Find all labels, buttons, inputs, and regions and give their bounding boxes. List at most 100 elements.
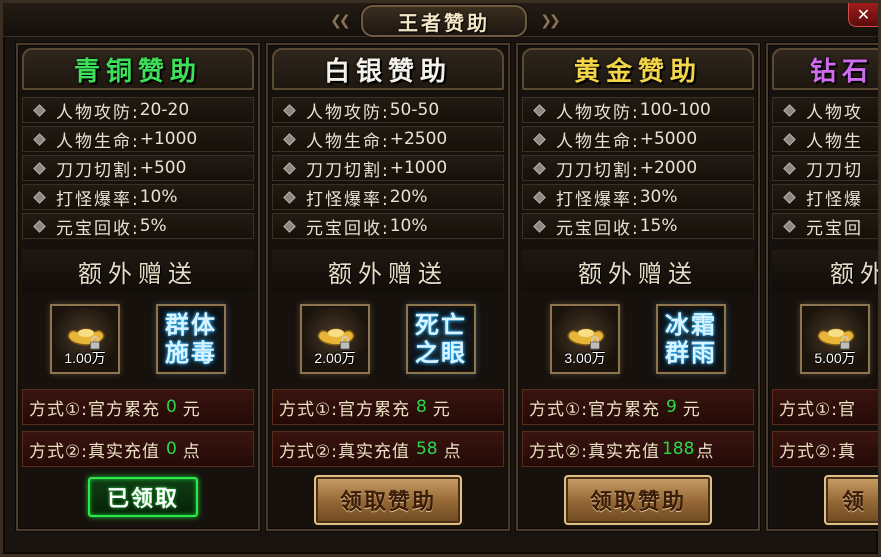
method-label: 方式①:官: [779, 399, 856, 420]
stat-label: 人物生命:: [556, 131, 640, 152]
claim-label: 领取赞助: [589, 490, 686, 515]
skill-name: 冰霜 群雨: [663, 311, 719, 367]
diamond-icon: [33, 103, 46, 117]
title-ornament-right: ❯❯: [540, 13, 560, 29]
skill-name-line1: 群体: [165, 310, 217, 339]
ingot-reward-slot[interactable]: 3.00万: [550, 304, 620, 374]
stat-value: +500: [139, 158, 187, 178]
title-bar: ❮❮ ❯❯ 王者赞助 ✕: [3, 3, 878, 37]
stat-row-recycle: 元宝回收: 5%: [22, 213, 254, 239]
diamond-icon: [33, 132, 46, 146]
stat-row-attack: 人物攻防: 20-20: [22, 97, 254, 123]
stat-value: 10%: [139, 187, 178, 207]
extra-gift-label: 额外赠送: [78, 259, 198, 288]
method-label: 方式②:真实充值: [529, 441, 660, 462]
claim-label: 领: [842, 490, 867, 515]
claim-sponsor-button[interactable]: 领取赞助: [564, 475, 712, 525]
diamond-icon: [533, 103, 546, 117]
extra-gift-label: 额外赠送: [328, 259, 448, 288]
method-unit: 元: [432, 399, 450, 420]
ingot-reward-slot[interactable]: 2.00万: [300, 304, 370, 374]
skill-reward-slot[interactable]: 群体 施毒: [156, 304, 226, 374]
ingot-amount: 1.00万: [64, 350, 106, 366]
tier-header: 钻石: [772, 48, 878, 90]
tier-panel-gold: 黄金赞助 人物攻防: 100-100 人物生命: +5000 刀刀切割: +20…: [516, 43, 760, 531]
stat-row-attack: 人物攻防: 100-100: [522, 97, 754, 123]
diamond-icon: [533, 161, 546, 175]
method-official-recharge: 方式①:官方累充 0 元: [22, 389, 254, 425]
diamond-icon: [783, 132, 796, 146]
stat-row-recycle: 元宝回收: 10%: [272, 213, 504, 239]
window-title: 王者赞助: [398, 10, 490, 35]
skill-name-line2: 之眼: [415, 338, 467, 367]
method-official-recharge: 方式①:官方累充 8 元: [272, 389, 504, 425]
tier-header: 青铜赞助: [22, 48, 254, 90]
method-unit: 点: [443, 441, 461, 462]
extra-gift-header: 额外赠送: [272, 250, 504, 292]
stat-row-cut: 刀刀切割: +1000: [272, 155, 504, 181]
ingot-amount: 2.00万: [314, 350, 356, 366]
diamond-icon: [783, 190, 796, 204]
tier-panel-bronze: 青铜赞助 人物攻防: 20-20 人物生命: +1000 刀刀切割: +500 …: [16, 43, 260, 531]
claimed-button[interactable]: 已领取: [88, 477, 198, 517]
stat-label: 人物生命:: [56, 131, 140, 152]
skill-name: 群体 施毒: [163, 311, 219, 367]
stat-label: 人物攻防:: [556, 102, 640, 123]
stat-label: 元宝回收:: [56, 218, 140, 239]
diamond-icon: [533, 219, 546, 233]
skill-reward-slot[interactable]: 冰霜 群雨: [656, 304, 726, 374]
ingot-reward-slot[interactable]: 5.00万: [800, 304, 870, 374]
stat-label: 刀刀切割:: [556, 160, 640, 181]
method-value: 0: [165, 397, 177, 417]
method-official-recharge: 方式①:官: [772, 389, 878, 425]
diamond-icon: [783, 219, 796, 233]
diamond-icon: [283, 219, 296, 233]
stat-row-cut: 刀刀切割: +2000: [522, 155, 754, 181]
method-label: 方式②:真实充值: [29, 441, 160, 462]
claimed-label: 已领取: [106, 487, 179, 512]
stat-value: +2500: [389, 129, 448, 149]
method-unit: 元: [682, 399, 700, 420]
method-label: 方式②:真: [779, 441, 856, 462]
stat-label: 刀刀切割:: [56, 160, 140, 181]
stat-label: 打怪爆: [806, 189, 863, 210]
diamond-icon: [33, 219, 46, 233]
method-label: 方式①:官方累充: [29, 399, 160, 420]
method-real-recharge: 方式②:真实充值 0 点: [22, 431, 254, 467]
method-value: 9: [665, 397, 677, 417]
stat-label: 人物攻防:: [306, 102, 390, 123]
sponsor-window: ❮❮ ❯❯ 王者赞助 ✕ 青铜赞助 人物攻防: 20-20 人物生命: +100…: [0, 0, 881, 557]
tier-panel-silver: 白银赞助 人物攻防: 50-50 人物生命: +2500 刀刀切割: +1000…: [266, 43, 510, 531]
stat-row-hp: 人物生: [772, 126, 878, 152]
ingot-amount: 5.00万: [814, 350, 856, 366]
close-button[interactable]: ✕: [848, 3, 878, 27]
skill-name-line1: 冰霜: [665, 310, 717, 339]
stat-row-hp: 人物生命: +5000: [522, 126, 754, 152]
stat-label: 元宝回收:: [306, 218, 390, 239]
ingot-amount: 3.00万: [564, 350, 606, 366]
method-label: 方式②:真实充值: [279, 441, 410, 462]
stat-label: 人物攻防:: [56, 102, 140, 123]
stat-value: +1000: [139, 129, 198, 149]
stat-value: 20%: [389, 187, 428, 207]
claim-sponsor-button[interactable]: 领取赞助: [314, 475, 462, 525]
method-value: 188: [661, 439, 695, 459]
claim-label: 领取赞助: [339, 490, 436, 515]
claim-sponsor-button[interactable]: 领: [824, 475, 878, 525]
stat-label: 人物生: [806, 131, 863, 152]
tier-name: 黄金赞助: [573, 56, 702, 87]
method-unit: 点: [696, 441, 714, 462]
diamond-icon: [283, 190, 296, 204]
stat-value: 50-50: [389, 100, 440, 120]
stat-label: 人物生命:: [306, 131, 390, 152]
stat-row-attack: 人物攻防: 50-50: [272, 97, 504, 123]
skill-reward-slot[interactable]: 死亡 之眼: [406, 304, 476, 374]
tier-panel-diamond: 钻石 人物攻 人物生 刀刀切 打怪爆 元宝回 额外赠送: [766, 43, 878, 531]
close-icon[interactable]: ✕: [857, 5, 870, 24]
extra-gift-header: 额外赠送: [22, 250, 254, 292]
stat-row-recycle: 元宝回: [772, 213, 878, 239]
ingot-reward-slot[interactable]: 1.00万: [50, 304, 120, 374]
stat-label: 人物攻: [806, 102, 863, 123]
stat-value: +2000: [639, 158, 698, 178]
stat-row-cut: 刀刀切: [772, 155, 878, 181]
